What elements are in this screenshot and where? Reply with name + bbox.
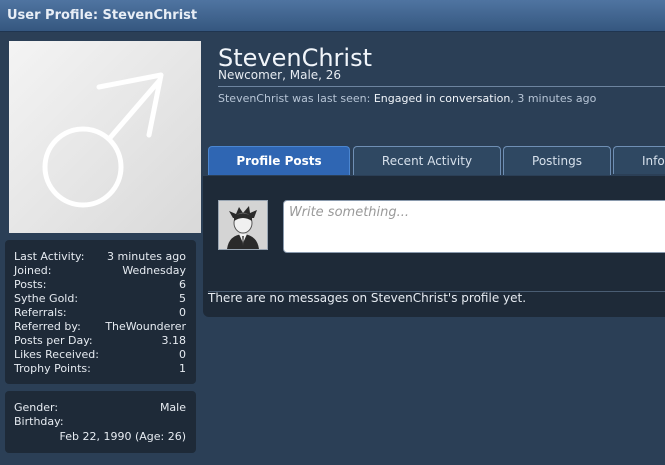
page-header: User Profile: StevenChrist bbox=[0, 0, 665, 32]
stat-posts-per-day: Posts per Day: 3.18 bbox=[14, 334, 186, 348]
profile-avatar[interactable] bbox=[9, 41, 201, 233]
tab-profile-posts[interactable]: Profile Posts bbox=[208, 146, 350, 175]
status-input[interactable] bbox=[283, 200, 665, 253]
stat-label: Likes Received: bbox=[14, 348, 99, 361]
stat-label: Referrals: bbox=[14, 306, 67, 319]
info-value: Male bbox=[159, 401, 186, 414]
stat-value: 3 minutes ago bbox=[107, 250, 186, 263]
info-label: Gender: bbox=[14, 401, 59, 414]
stat-value[interactable]: 6 bbox=[179, 278, 186, 291]
stat-label: Referred by: bbox=[14, 320, 81, 333]
stat-likes-received: Likes Received: 0 bbox=[14, 348, 186, 362]
stat-value: 5 bbox=[179, 292, 186, 305]
stat-trophy-points: Trophy Points: 1 bbox=[14, 362, 186, 376]
stat-value: Wednesday bbox=[122, 264, 186, 277]
stat-label: Posts per Day: bbox=[14, 334, 93, 347]
stat-label: Trophy Points: bbox=[14, 362, 91, 375]
stat-value[interactable]: 1 bbox=[179, 362, 186, 375]
user-info-panel: Gender: Male Birthday: Feb 22, 1990 (Age… bbox=[5, 391, 196, 453]
divider bbox=[218, 86, 665, 87]
current-user-avatar[interactable] bbox=[218, 200, 268, 250]
stat-label: Posts: bbox=[14, 278, 47, 291]
stat-joined: Joined: Wednesday bbox=[14, 264, 186, 278]
stat-label: Joined: bbox=[14, 264, 52, 277]
stat-referred-by: Referred by: TheWounderer bbox=[14, 320, 186, 334]
last-seen-activity: Engaged in conversation bbox=[373, 92, 511, 105]
info-birthday: Birthday: bbox=[14, 415, 186, 429]
info-gender: Gender: Male bbox=[14, 401, 186, 415]
profile-user-title: Newcomer, Male, 26 bbox=[218, 68, 342, 82]
tab-information[interactable]: Information bbox=[613, 146, 665, 174]
last-seen-prefix: StevenChrist was last seen: bbox=[218, 92, 371, 105]
stat-label: Sythe Gold: bbox=[14, 292, 79, 305]
page-title: User Profile: StevenChrist bbox=[7, 8, 198, 23]
stat-value: 3.18 bbox=[161, 334, 187, 347]
stat-sythe-gold: Sythe Gold: 5 bbox=[14, 292, 186, 306]
user-stats-panel: Last Activity: 3 minutes ago Joined: Wed… bbox=[5, 240, 196, 384]
empty-state-message: There are no messages on StevenChrist's … bbox=[208, 291, 527, 305]
info-birthday-value: Feb 22, 1990 (Age: 26) bbox=[59, 430, 186, 443]
last-seen-time: , 3 minutes ago bbox=[510, 92, 597, 105]
stat-referrals: Referrals: 0 bbox=[14, 306, 186, 320]
last-seen-line: StevenChrist was last seen: Engaged in c… bbox=[218, 92, 596, 105]
stat-label: Last Activity: bbox=[14, 250, 85, 263]
info-label: Birthday: bbox=[14, 415, 64, 428]
tab-recent-activity[interactable]: Recent Activity bbox=[353, 146, 501, 175]
male-symbol-avatar-icon bbox=[42, 72, 164, 208]
stat-last-activity: Last Activity: 3 minutes ago bbox=[14, 250, 186, 264]
stat-value-referrer-link[interactable]: TheWounderer bbox=[105, 320, 186, 333]
stat-posts: Posts: 6 bbox=[14, 278, 186, 292]
stat-value: 0 bbox=[179, 306, 186, 319]
user-avatar-icon bbox=[219, 201, 267, 249]
stat-value: 0 bbox=[179, 348, 186, 361]
tab-postings[interactable]: Postings bbox=[503, 146, 611, 175]
